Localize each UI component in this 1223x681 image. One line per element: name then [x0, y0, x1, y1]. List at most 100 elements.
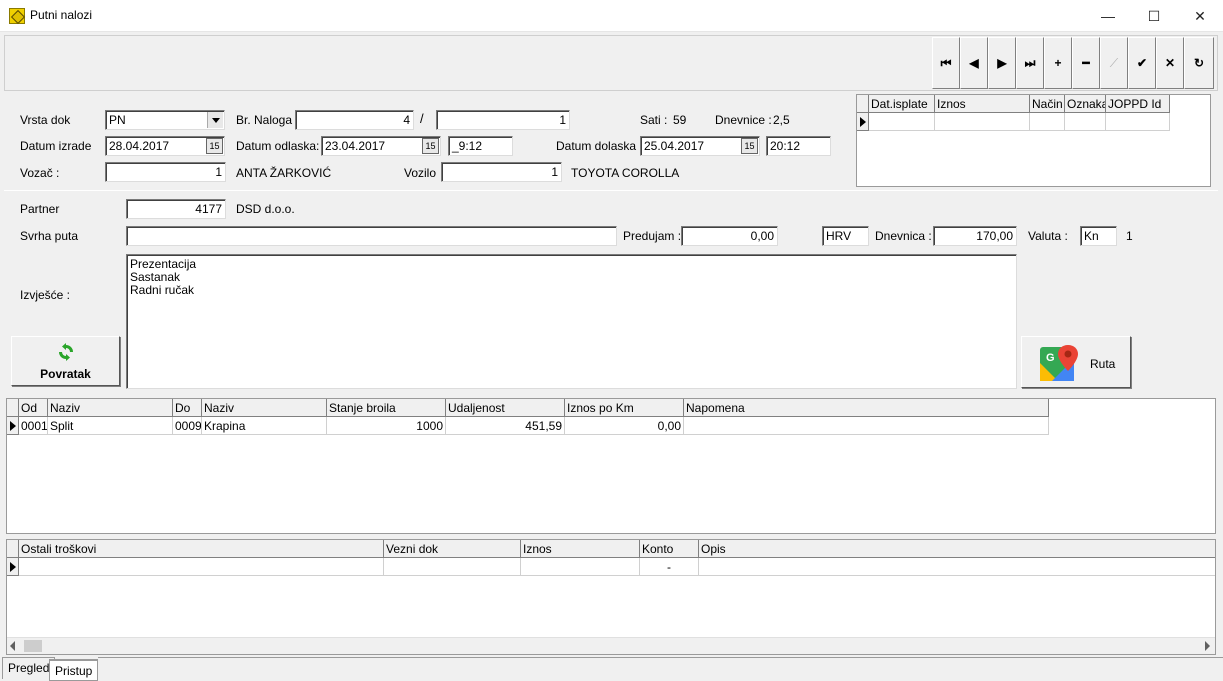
- povratak-button[interactable]: Povratak: [11, 336, 120, 386]
- costs-col-iznos[interactable]: Iznos: [521, 540, 640, 558]
- predujam-currency-field[interactable]: HRV: [822, 226, 869, 246]
- last-record-icon[interactable]: ⏭: [1016, 37, 1044, 89]
- route-cell-napomena[interactable]: [684, 417, 1049, 435]
- chevron-down-icon[interactable]: [207, 112, 223, 128]
- row-indicator-icon: [7, 558, 19, 576]
- delete-record-icon[interactable]: ━: [1072, 37, 1100, 89]
- costs-cell-konto[interactable]: -: [640, 558, 699, 576]
- tab-pregled[interactable]: Pregled: [2, 657, 56, 679]
- route-col-naziv-do[interactable]: Naziv: [202, 399, 327, 417]
- br-naloga-label: Br. Naloga: [236, 113, 293, 127]
- valuta-field[interactable]: Kn: [1080, 226, 1117, 246]
- svg-text:G: G: [1046, 352, 1055, 364]
- vozilo-label: Vozilo: [404, 166, 437, 180]
- costs-col-vezni-dok[interactable]: Vezni dok: [384, 540, 521, 558]
- payments-col-joppd[interactable]: JOPPD Id: [1106, 95, 1170, 113]
- route-cell-udaljenost[interactable]: 451,59: [446, 417, 565, 435]
- route-col-naziv-od[interactable]: Naziv: [48, 399, 173, 417]
- payments-cell[interactable]: [1030, 113, 1065, 131]
- costs-cell-opis[interactable]: [699, 558, 1215, 576]
- datum-odlaska-field[interactable]: 23.04.2017 15: [321, 136, 441, 156]
- valuta-rate: 1: [1126, 229, 1133, 243]
- route-col-iznos-km[interactable]: Iznos po Km: [565, 399, 684, 417]
- confirm-icon[interactable]: ✔: [1128, 37, 1156, 89]
- predujam-label: Predujam :: [623, 229, 682, 243]
- datum-dolaska-field[interactable]: 25.04.2017 15: [640, 136, 760, 156]
- route-cell-naziv-do[interactable]: Krapina: [202, 417, 327, 435]
- calendar-icon[interactable]: 15: [741, 138, 758, 154]
- route-col-od[interactable]: Od: [19, 399, 48, 417]
- payments-cell[interactable]: [869, 113, 935, 131]
- first-record-icon[interactable]: ⏮: [932, 37, 960, 89]
- route-col-stanje[interactable]: Stanje broila: [327, 399, 446, 417]
- costs-col-konto[interactable]: Konto: [640, 540, 699, 558]
- costs-cell-ostali[interactable]: [19, 558, 384, 576]
- dnevnice-value: 2,5: [773, 113, 790, 127]
- br-naloga-field-2[interactable]: 1: [436, 110, 570, 130]
- prev-record-icon[interactable]: ◀: [960, 37, 988, 89]
- costs-col-opis[interactable]: Opis: [699, 540, 1215, 558]
- payments-cell[interactable]: [935, 113, 1030, 131]
- izvjesce-textarea[interactable]: Prezentacija Sastanak Radni ručak: [126, 254, 1017, 389]
- route-cell-stanje[interactable]: 1000: [327, 417, 446, 435]
- edit-record-icon[interactable]: ⟋: [1100, 37, 1128, 89]
- vrsta-dok-label: Vrsta dok: [20, 113, 71, 127]
- tab-pristup[interactable]: Pristup: [49, 659, 99, 681]
- close-window-button[interactable]: ✕: [1177, 0, 1223, 32]
- datum-izrade-field[interactable]: 28.04.2017 15: [105, 136, 225, 156]
- costs-cell-vezni[interactable]: [384, 558, 521, 576]
- cancel-icon[interactable]: ✕: [1156, 37, 1184, 89]
- route-col-napomena[interactable]: Napomena: [684, 399, 1049, 417]
- predujam-field[interactable]: 0,00: [681, 226, 778, 246]
- refresh-green-icon: [57, 343, 75, 361]
- add-record-icon[interactable]: +: [1044, 37, 1072, 89]
- vozac-field[interactable]: 1: [105, 162, 226, 182]
- valuta-label: Valuta :: [1028, 229, 1068, 243]
- calendar-icon[interactable]: 15: [422, 138, 439, 154]
- google-maps-icon: G: [1038, 343, 1078, 383]
- scroll-right-icon[interactable]: [1205, 641, 1210, 651]
- tab-strip-line: [98, 657, 1223, 658]
- partner-field[interactable]: 4177: [126, 199, 226, 219]
- next-record-icon[interactable]: ▶: [988, 37, 1016, 89]
- payments-cell[interactable]: [1106, 113, 1170, 131]
- route-cell-naziv-od[interactable]: Split: [48, 417, 173, 435]
- ruta-button[interactable]: G Ruta: [1021, 336, 1131, 388]
- maximize-button[interactable]: ☐: [1131, 0, 1177, 32]
- vozac-label: Vozač :: [20, 166, 60, 180]
- route-cell-iznos-km[interactable]: 0,00: [565, 417, 684, 435]
- payments-col-dat-isplate[interactable]: Dat.isplate: [869, 95, 935, 113]
- payments-col-iznos[interactable]: Iznos: [935, 95, 1030, 113]
- payments-grid[interactable]: Dat.isplate Iznos Način Oznaka JOPPD Id: [856, 94, 1211, 187]
- vrijeme-dolaska-field[interactable]: 20:12: [766, 136, 831, 156]
- svrha-puta-field[interactable]: [126, 226, 617, 246]
- route-cell-od[interactable]: 0001: [19, 417, 48, 435]
- partner-name: DSD d.o.o.: [236, 202, 295, 216]
- grid-indicator-header: [857, 95, 869, 113]
- horizontal-scrollbar[interactable]: [7, 637, 1215, 654]
- costs-col-ostali[interactable]: Ostali troškovi: [19, 540, 384, 558]
- route-col-do[interactable]: Do: [173, 399, 202, 417]
- payments-col-nacin[interactable]: Način: [1030, 95, 1065, 113]
- calendar-icon[interactable]: 15: [206, 138, 223, 154]
- br-naloga-field[interactable]: 4: [295, 110, 414, 130]
- refresh-icon[interactable]: ↻: [1184, 37, 1214, 89]
- partner-label: Partner: [20, 202, 60, 216]
- dnevnica-field[interactable]: 170,00: [933, 226, 1017, 246]
- route-col-udaljenost[interactable]: Udaljenost: [446, 399, 565, 417]
- minimize-button[interactable]: —: [1085, 0, 1131, 32]
- route-cell-do[interactable]: 0009: [173, 417, 202, 435]
- scrollbar-thumb[interactable]: [24, 640, 42, 652]
- route-grid[interactable]: Od Naziv Do Naziv Stanje broila Udaljeno…: [6, 398, 1216, 534]
- vrijeme-odlaska-field[interactable]: _9:12: [448, 136, 513, 156]
- vrsta-dok-select[interactable]: PN: [105, 110, 225, 130]
- payments-col-oznaka[interactable]: Oznaka: [1065, 95, 1106, 113]
- costs-cell-iznos[interactable]: [521, 558, 640, 576]
- datum-izrade-label: Datum izrade: [20, 139, 92, 153]
- scroll-left-icon[interactable]: [10, 641, 15, 651]
- vozilo-field[interactable]: 1: [441, 162, 562, 182]
- costs-grid[interactable]: Ostali troškovi Vezni dok Iznos Konto Op…: [6, 539, 1216, 655]
- title-bar: [0, 0, 1223, 32]
- datum-izrade-value: 28.04.2017: [109, 139, 170, 153]
- payments-cell[interactable]: [1065, 113, 1106, 131]
